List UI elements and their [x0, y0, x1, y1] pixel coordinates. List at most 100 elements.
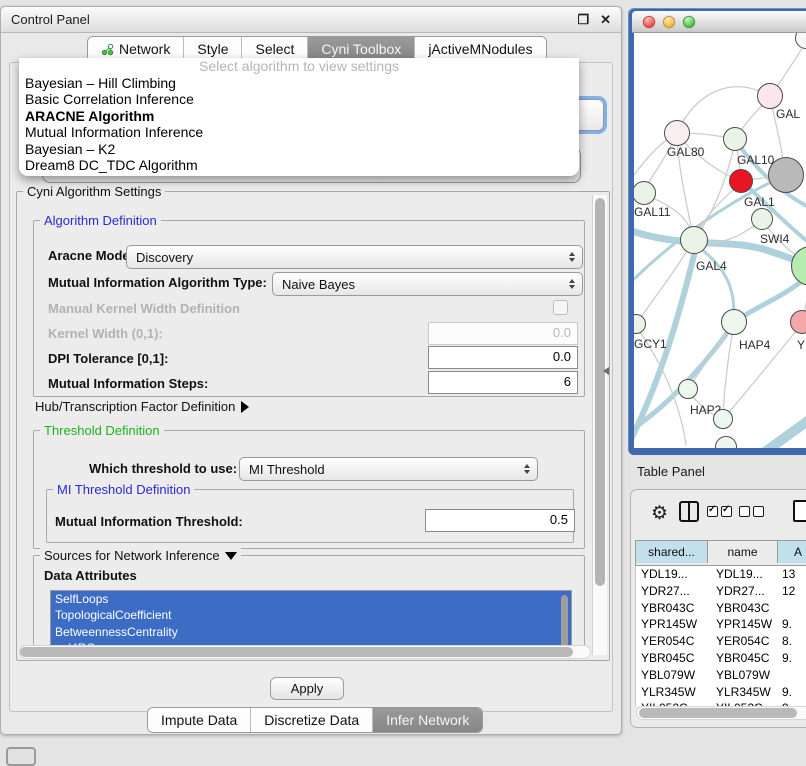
which-threshold-combo[interactable]: MI Threshold: [239, 457, 538, 481]
window-title: Control Panel: [11, 12, 90, 27]
dpi-tolerance-field[interactable]: 0.0: [428, 346, 578, 369]
network-node[interactable]: [729, 169, 753, 193]
network-node[interactable]: [664, 120, 690, 146]
sources-group-title[interactable]: Sources for Network Inference: [40, 548, 241, 563]
manual-kernel-checkbox[interactable]: [553, 300, 568, 315]
screen: Control Panel ❐ ✕ Network Style Select C…: [0, 0, 806, 762]
attribute-item[interactable]: BetweennessCentrality: [51, 624, 571, 640]
mi-threshold-field[interactable]: 0.5: [425, 509, 575, 532]
mi-steps-field[interactable]: 6: [428, 371, 578, 394]
network-node[interactable]: [721, 309, 747, 335]
network-node-label: GAL: [776, 107, 800, 121]
network-node[interactable]: [757, 83, 783, 109]
tab-label: Impute Data: [161, 712, 237, 728]
expand-arrow-icon: [241, 401, 249, 413]
column-header[interactable]: shared...: [636, 541, 708, 563]
kernel-width-field[interactable]: 0.0: [428, 322, 578, 345]
dpi-tolerance-label: DPI Tolerance [0,1]:: [48, 351, 168, 366]
combo-stepper-icon: [569, 252, 575, 262]
combo-stepper-icon: [524, 464, 530, 474]
network-node[interactable]: [680, 226, 708, 254]
close-traffic-light-icon[interactable]: [643, 16, 655, 28]
table-row[interactable]: YPR145W YPR145W 9.: [636, 616, 806, 633]
network-node[interactable]: [768, 157, 804, 193]
aracne-mode-value: Discovery: [136, 250, 193, 265]
table-body: YDL19... YDL19... 13 YDR27... YDR27... 1…: [635, 566, 806, 706]
mi-threshold-group: MI Threshold Definition Mutual Informati…: [46, 489, 574, 543]
close-window-icon[interactable]: ✕: [600, 13, 611, 26]
sources-group: Sources for Network Inference Data Attri…: [33, 555, 585, 657]
kernel-width-label: Kernel Width (0,1):: [48, 326, 163, 341]
combo-stepper-icon: [569, 279, 575, 289]
attribute-item[interactable]: SelfLoops: [51, 591, 571, 607]
scrollbar-thumb[interactable]: [20, 647, 573, 657]
threshold-definition-group: Threshold Definition Which threshold to …: [33, 430, 585, 549]
settings-vertical-scrollbar[interactable]: [592, 195, 607, 655]
dropdown-option[interactable]: ARACNE Algorithm: [19, 108, 579, 124]
network-node[interactable]: [751, 208, 773, 230]
aracne-mode-combo[interactable]: Discovery: [126, 245, 583, 269]
mi-threshold-group-title: MI Threshold Definition: [53, 482, 194, 497]
dropdown-option[interactable]: Bayesian – Hill Climbing: [19, 75, 579, 91]
network-node[interactable]: [678, 379, 698, 399]
control-panel-titlebar[interactable]: Control Panel ❐ ✕: [1, 7, 621, 33]
network-node-label: GCY1: [634, 337, 667, 351]
table-row[interactable]: YDR27... YDR27... 12: [636, 583, 806, 600]
table-row[interactable]: YDL19... YDL19... 13: [636, 566, 806, 583]
network-node-label: GAL10: [737, 153, 774, 167]
deselect-all-icon[interactable]: [739, 506, 764, 517]
manual-kernel-label: Manual Kernel Width Definition: [48, 301, 240, 316]
mi-type-value: Naive Bayes: [282, 277, 355, 292]
network-node[interactable]: [713, 409, 733, 429]
tab-label: Network: [119, 41, 170, 57]
corner-button[interactable]: [6, 747, 36, 766]
scrollbar-thumb[interactable]: [561, 595, 568, 649]
dropdown-option[interactable]: Mutual Information Inference: [19, 124, 579, 140]
settings-group-title: Cyni Algorithm Settings: [23, 184, 165, 199]
network-window-titlebar[interactable]: [632, 11, 806, 33]
table-row[interactable]: YBR045C YBR045C 9.: [636, 650, 806, 667]
node-table: shared... name A YDL19... YDL19... 13 YD…: [635, 540, 806, 706]
column-header[interactable]: A: [778, 541, 806, 563]
export-table-icon[interactable]: [793, 500, 806, 522]
tab-discretize-data[interactable]: Discretize Data: [251, 708, 373, 732]
scrollbar-thumb[interactable]: [639, 708, 797, 718]
algorithm-dropdown-popup: Select algorithm to view settings Bayesi…: [19, 58, 579, 176]
network-canvas[interactable]: GALGAL80GAL10GAL1GAL11SWI4GAL4GCY1HAP4YH…: [634, 33, 806, 448]
mi-type-combo[interactable]: Naive Bayes: [272, 272, 583, 296]
network-node[interactable]: [723, 127, 747, 151]
select-all-icon[interactable]: [707, 506, 732, 517]
float-window-icon[interactable]: ❐: [577, 13, 589, 26]
tab-label: Discretize Data: [264, 712, 359, 728]
control-panel-window: Control Panel ❐ ✕ Network Style Select C…: [0, 6, 622, 735]
zoom-traffic-light-icon[interactable]: [683, 16, 695, 28]
settings-horizontal-scrollbar[interactable]: [19, 645, 591, 659]
table-horizontal-scrollbar[interactable]: [636, 706, 806, 720]
column-header[interactable]: name: [708, 541, 778, 563]
tab-impute-data[interactable]: Impute Data: [148, 708, 251, 732]
tab-infer-network[interactable]: Infer Network: [373, 708, 482, 732]
minimize-traffic-light-icon[interactable]: [663, 16, 675, 28]
apply-button[interactable]: Apply: [270, 677, 344, 700]
gear-icon[interactable]: ⚙: [651, 504, 668, 523]
table-row[interactable]: YER054C YER054C 8.: [636, 633, 806, 650]
which-threshold-label: Which threshold to use:: [89, 461, 237, 476]
scrollbar-thumb[interactable]: [595, 198, 605, 586]
dropdown-option[interactable]: Bayesian – K2: [19, 141, 579, 157]
algorithm-definition-group: Algorithm Definition Aracne Mode: Discov…: [33, 220, 585, 397]
table-row[interactable]: YBR043C YBR043C: [636, 600, 806, 617]
attribute-item[interactable]: TopologicalCoefficient: [51, 607, 571, 623]
table-row[interactable]: YLR345W YLR345W 9.: [636, 684, 806, 701]
tab-label: jActiveMNodules: [428, 41, 532, 57]
table-row[interactable]: YBL079W YBL079W: [636, 667, 806, 684]
dropdown-option[interactable]: Dream8 DC_TDC Algorithm: [19, 157, 579, 173]
cyni-algorithm-settings-group: Cyni Algorithm Settings Algorithm Defini…: [16, 191, 610, 661]
tab-label: Style: [197, 41, 228, 57]
splitter-collapse-arrow[interactable]: [603, 367, 609, 375]
threshold-definition-title: Threshold Definition: [40, 423, 164, 438]
dropdown-option[interactable]: Basic Correlation Inference: [19, 91, 579, 107]
column-selector-icon[interactable]: [679, 501, 699, 522]
which-threshold-value: MI Threshold: [249, 462, 325, 477]
hub-definition-toggle[interactable]: Hub/Transcription Factor Definition: [35, 399, 249, 414]
network-icon: [101, 43, 114, 56]
